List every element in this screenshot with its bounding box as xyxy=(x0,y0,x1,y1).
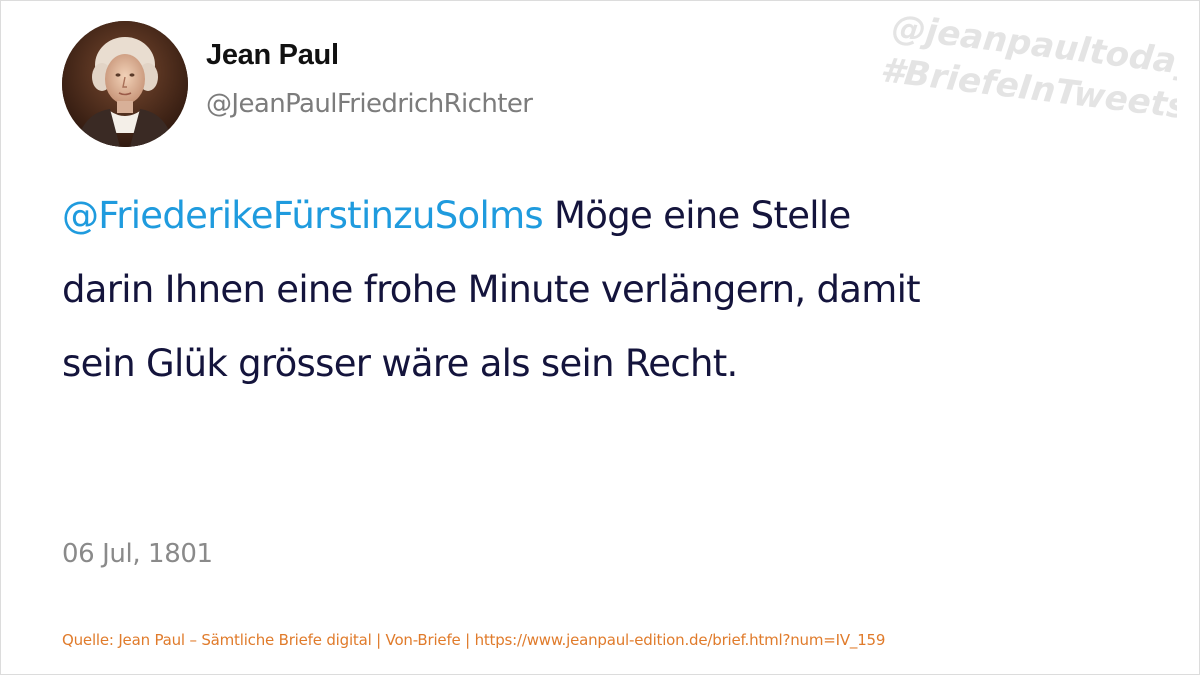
tweet-line-3: sein Glük grösser wäre als sein Recht. xyxy=(62,342,738,385)
source-citation[interactable]: Quelle: Jean Paul – Sämtliche Briefe dig… xyxy=(62,631,885,649)
watermark: @jeanpaultoday #BriefeInTweets xyxy=(877,15,1177,175)
tweet-line-2: darin Ihnen eine frohe Minute verlängern… xyxy=(62,268,921,311)
user-handle[interactable]: @JeanPaulFriedrichRichter xyxy=(206,89,533,119)
tweet-line-1: @FriederikeFürstinzuSolms Möge eine Stel… xyxy=(62,179,1062,253)
tweet-line-1-text: Möge eine Stelle xyxy=(543,194,851,237)
portrait-avatar-icon xyxy=(62,21,188,147)
mention-link[interactable]: @FriederikeFürstinzuSolms xyxy=(62,194,544,237)
tweet-date: 06 Jul, 1801 xyxy=(62,539,213,569)
tweet-card: Jean Paul @JeanPaulFriedrichRichter @jea… xyxy=(0,0,1200,675)
avatar[interactable] xyxy=(62,21,188,147)
display-name[interactable]: Jean Paul xyxy=(206,39,339,72)
tweet-text: @FriederikeFürstinzuSolms Möge eine Stel… xyxy=(62,179,1062,401)
